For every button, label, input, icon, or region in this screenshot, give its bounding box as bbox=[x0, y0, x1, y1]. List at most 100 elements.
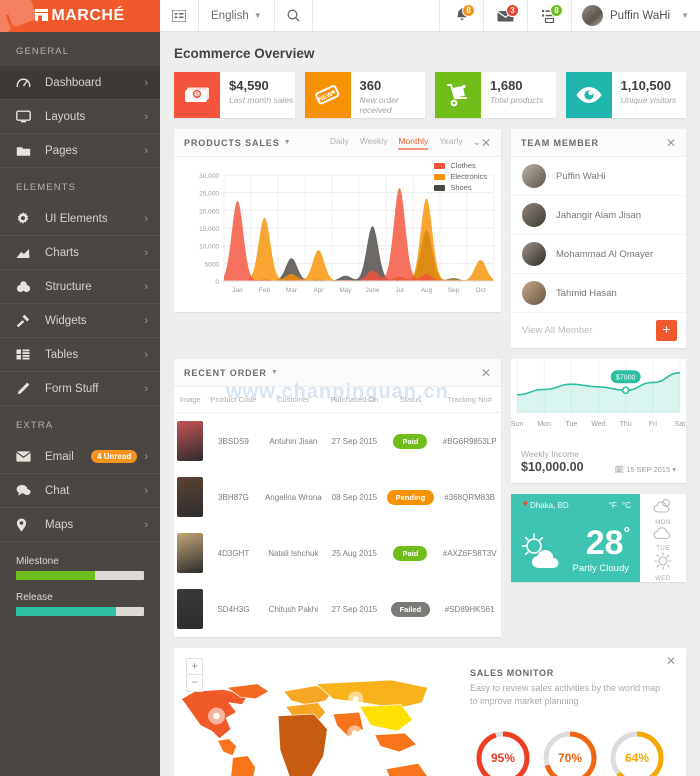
tab-monthly[interactable]: Monthly bbox=[398, 136, 429, 150]
sidebar-item-label: Widgets bbox=[45, 314, 87, 327]
team-member-row[interactable]: Tahmid Hasan bbox=[511, 274, 686, 313]
customer-cell: Antuhin Jisan bbox=[269, 436, 318, 446]
add-member-button[interactable]: + bbox=[656, 320, 677, 341]
status-cell: Paid bbox=[382, 525, 438, 581]
zoom-out-button[interactable]: − bbox=[186, 675, 203, 692]
sidebar-item-ui-elements[interactable]: UI Elements › bbox=[0, 202, 160, 236]
table-row[interactable]: SD4H3G Chitush Pakhi 27 Sep 2015 Failed #SD8… bbox=[174, 581, 501, 637]
sidebar-item-dashboard[interactable]: Dashboard › bbox=[0, 66, 160, 100]
brand-logo[interactable]: MARCHÉ bbox=[0, 0, 160, 32]
team-member-name: Puffin WaHi bbox=[556, 170, 606, 182]
team-member-row[interactable]: Jahangir Alam Jisan bbox=[511, 196, 686, 235]
map-zoom-controls: + − bbox=[186, 658, 203, 692]
user-menu[interactable]: Puffin WaHi ▼ bbox=[571, 0, 700, 31]
sidebar-item-form-stuff[interactable]: Form Stuff › bbox=[0, 372, 160, 406]
donut-chart: 70%Bangladesh bbox=[537, 730, 603, 776]
product-thumbnail bbox=[177, 533, 204, 573]
income-chart: $7000 Sun Mon Tue Wed Thu Fri Sat bbox=[511, 359, 686, 428]
unit-celsius[interactable]: °C bbox=[622, 501, 631, 510]
chart-legend: Clothes Electronics Shoes bbox=[434, 161, 487, 192]
sidebar-item-maps[interactable]: Maps › bbox=[0, 508, 160, 542]
progress-milestone: Milestone bbox=[16, 556, 144, 580]
stat-card[interactable]: $ $4,590 Last month sales bbox=[174, 72, 295, 118]
chevron-down-icon[interactable]: ▼ bbox=[271, 369, 278, 376]
zoom-in-button[interactable]: + bbox=[186, 658, 203, 675]
tab-weekly[interactable]: Weekly bbox=[360, 136, 388, 150]
chevron-right-icon: › bbox=[144, 450, 148, 463]
progress-fill bbox=[16, 607, 116, 616]
sidebar-item-layouts[interactable]: Layouts › bbox=[0, 100, 160, 134]
map-pin-icon bbox=[16, 518, 34, 532]
language-label: English bbox=[211, 9, 249, 22]
product-thumbnail bbox=[177, 421, 204, 461]
monitor-subtitle: Easy to review sales activities by the w… bbox=[470, 683, 661, 707]
sidebar-item-widgets[interactable]: Widgets › bbox=[0, 304, 160, 338]
table-header-row: Image Product Code Customer Purchased On Sta… bbox=[174, 387, 501, 413]
collapse-icon[interactable]: ⌄ bbox=[473, 137, 481, 148]
forecast-day: WED bbox=[654, 552, 672, 582]
view-all-member-link[interactable]: View All Member bbox=[522, 325, 593, 336]
stat-card[interactable]: 1,10,500 Unique visitors bbox=[565, 72, 686, 118]
stats-row: $ $4,590 Last month sales NEW 360 New order r… bbox=[174, 72, 686, 118]
svg-text:Sep: Sep bbox=[448, 287, 460, 294]
purchased-on-cell: 27 Sep 2015 bbox=[331, 604, 378, 614]
messages-button[interactable]: 3 bbox=[483, 0, 527, 31]
tasks-button[interactable]: 8 bbox=[527, 0, 571, 31]
svg-text:Aug: Aug bbox=[421, 287, 433, 294]
stat-card[interactable]: NEW 360 New order received bbox=[304, 72, 425, 118]
sidebar-item-chat[interactable]: Chat › bbox=[0, 474, 160, 508]
close-icon[interactable]: ✕ bbox=[481, 367, 491, 379]
close-icon[interactable]: ✕ bbox=[666, 137, 676, 149]
sidebar-item-label: Email bbox=[45, 450, 74, 463]
close-icon[interactable]: ✕ bbox=[666, 655, 676, 667]
search-button[interactable] bbox=[275, 0, 313, 31]
sidebar-item-charts[interactable]: Charts › bbox=[0, 236, 160, 270]
customer-cell: Angelina Wrona bbox=[264, 492, 322, 502]
notifications-button[interactable]: 8 bbox=[439, 0, 483, 31]
income-label: Weekly Income bbox=[521, 449, 579, 459]
table-row[interactable]: 4D3GHT Natali Ishchuk 25 Aug 2015 Paid #AXZ6… bbox=[174, 525, 501, 581]
legend-item: Electronics bbox=[434, 172, 487, 181]
weather-units[interactable]: °F °C bbox=[609, 501, 631, 510]
sidebar-item-structure[interactable]: Structure › bbox=[0, 270, 160, 304]
unit-fahrenheit[interactable]: °F bbox=[609, 501, 617, 510]
language-selector[interactable]: English ▼ bbox=[199, 0, 275, 31]
team-footer: View All Member + bbox=[511, 313, 686, 348]
notification-badge: 8 bbox=[462, 4, 475, 17]
panel-header: Team Member ✕ bbox=[511, 129, 686, 157]
table-column-header: Customer bbox=[260, 387, 327, 413]
chevron-right-icon: › bbox=[144, 314, 148, 327]
table-row[interactable]: 3BH87G Angelina Wrona 08 Sep 2015 Pending #3… bbox=[174, 469, 501, 525]
donut-ring: 64% bbox=[609, 730, 665, 776]
sidebar-item-email[interactable]: Email 4 Unread › bbox=[0, 440, 160, 474]
tracking-cell: #368QRM83B bbox=[444, 492, 496, 502]
panel-title: Team Member bbox=[521, 137, 599, 148]
table-row[interactable]: 3BSDS9 Antuhin Jisan 27 Sep 2015 Paid #BG6R9… bbox=[174, 413, 501, 470]
menu-toggle-button[interactable] bbox=[160, 0, 199, 31]
close-icon[interactable]: ✕ bbox=[481, 137, 491, 149]
stat-card[interactable]: 1,680 Total products bbox=[435, 72, 556, 118]
chart-team-row: Products Sales ▼ Daily Weekly Monthly Yearl… bbox=[174, 129, 686, 348]
chevron-right-icon: › bbox=[144, 382, 148, 395]
product-code-cell: SD4H3G bbox=[217, 604, 250, 614]
donut-value: 70% bbox=[557, 751, 583, 766]
legend-swatch bbox=[434, 184, 446, 191]
svg-text:0: 0 bbox=[215, 279, 219, 286]
sidebar-item-label: Dashboard bbox=[45, 76, 102, 89]
product-thumbnail bbox=[177, 477, 204, 517]
tab-yearly[interactable]: Yearly bbox=[439, 136, 462, 150]
sidebar-item-pages[interactable]: Pages › bbox=[0, 134, 160, 168]
progress-label: Milestone bbox=[16, 556, 59, 567]
team-member-row[interactable]: Mohammad Al Omayer bbox=[511, 235, 686, 274]
sidebar-item-tables[interactable]: Tables › bbox=[0, 338, 160, 372]
monitor-icon bbox=[16, 110, 34, 123]
table-column-header: Image bbox=[174, 387, 207, 413]
forecast-day: TUE bbox=[653, 526, 673, 552]
income-date-selector[interactable]: 🗓 15 SEP 2015 ▾ bbox=[614, 465, 676, 474]
chevron-down-icon[interactable]: ▼ bbox=[284, 139, 291, 146]
sun-cloud-icon bbox=[521, 533, 559, 568]
world-map[interactable]: + − bbox=[174, 648, 458, 776]
tab-daily[interactable]: Daily bbox=[330, 136, 349, 150]
team-member-row[interactable]: Puffin WaHi bbox=[511, 157, 686, 196]
